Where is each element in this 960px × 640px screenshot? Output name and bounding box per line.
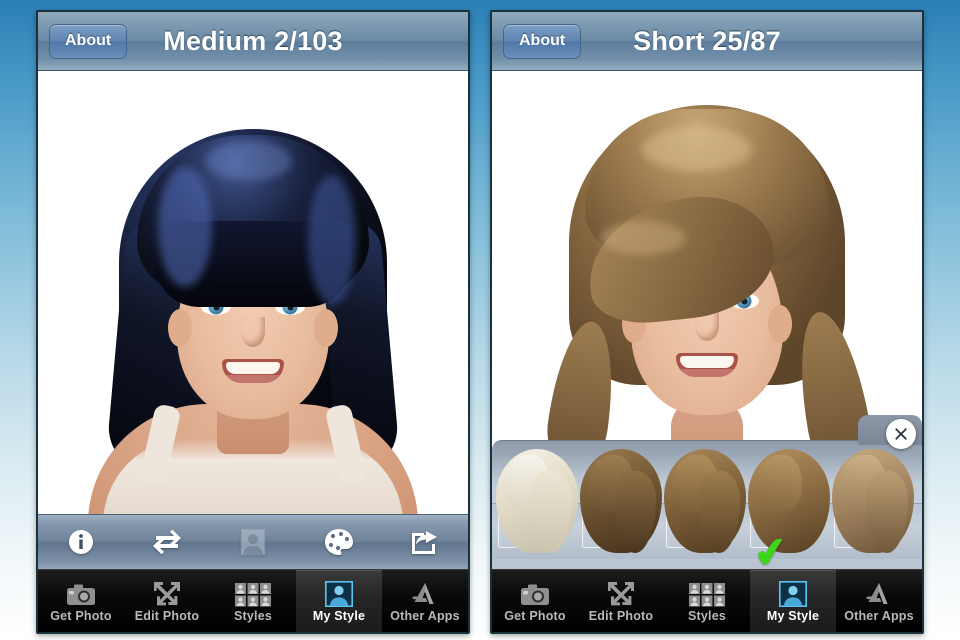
- hair-swatch-medium-brown[interactable]: [664, 449, 746, 553]
- about-button[interactable]: About: [49, 23, 128, 59]
- ear-right: [768, 305, 792, 343]
- tab-edit-photo[interactable]: Edit Photo: [578, 570, 664, 632]
- navbar-right: About Short 25/87: [492, 12, 922, 71]
- people-grid-icon: [689, 579, 725, 607]
- tab-get-photo[interactable]: Get Photo: [492, 570, 578, 632]
- tab-my-style[interactable]: My Style: [296, 570, 382, 632]
- tab-get-photo[interactable]: Get Photo: [38, 570, 124, 632]
- hair-color-panel: ✔: [492, 415, 922, 569]
- tab-label: Styles: [233, 609, 273, 623]
- hair-highlight-top: [642, 127, 752, 171]
- tab-bar-right: Get Photo Edit Photo Styles My Style Oth…: [492, 569, 922, 632]
- mouth: [676, 353, 738, 377]
- phone-panel-left: About Medium 2/103 Get Photo Edit Photo …: [36, 10, 470, 634]
- navbar-left: About Medium 2/103: [38, 12, 468, 71]
- ear-left: [168, 309, 192, 347]
- share-icon[interactable]: [405, 522, 445, 562]
- portrait-icon: [779, 579, 807, 607]
- camera-icon: [520, 579, 550, 607]
- app-store-icon: [864, 579, 894, 607]
- phone-panel-right: About Short 25/87 ✔ Get Photo Edit Photo…: [490, 10, 924, 634]
- tab-styles[interactable]: Styles: [664, 570, 750, 632]
- palette-icon[interactable]: [319, 522, 359, 562]
- tab-other-apps[interactable]: Other Apps: [382, 570, 468, 632]
- teeth: [680, 356, 734, 368]
- tab-label: Edit Photo: [134, 609, 200, 623]
- photo-stage-left[interactable]: [38, 71, 468, 514]
- tab-bar-left: Get Photo Edit Photo Styles My Style Oth…: [38, 569, 468, 632]
- hair-highlight-top: [206, 141, 292, 181]
- hair-highlight-right: [308, 175, 356, 305]
- tab-styles[interactable]: Styles: [210, 570, 296, 632]
- app-store-icon: [410, 579, 440, 607]
- tab-other-apps[interactable]: Other Apps: [836, 570, 922, 632]
- edit-toolbar-left: [38, 514, 468, 569]
- hair-swatch-dark-brown[interactable]: [580, 449, 662, 553]
- hair-swatch-platinum-blonde[interactable]: [496, 449, 578, 553]
- nose: [241, 317, 265, 347]
- tab-label: Edit Photo: [588, 609, 654, 623]
- tab-label: My Style: [312, 609, 366, 623]
- resize-arrows-icon: [607, 579, 635, 607]
- resize-arrows-icon: [153, 579, 181, 607]
- portrait-icon[interactable]: [233, 522, 273, 562]
- hair-highlight-left: [158, 167, 212, 287]
- tab-edit-photo[interactable]: Edit Photo: [124, 570, 210, 632]
- selected-check-icon: ✔: [751, 528, 791, 569]
- hair-swatch-light-golden-brown[interactable]: [832, 449, 914, 553]
- photo-stage-right[interactable]: ✔: [492, 71, 922, 569]
- hair-highlight-sweep: [600, 221, 686, 255]
- info-icon[interactable]: [61, 522, 101, 562]
- people-grid-icon: [235, 579, 271, 607]
- tab-label: Styles: [687, 609, 727, 623]
- mouth: [222, 359, 284, 383]
- about-button[interactable]: About: [503, 23, 582, 59]
- tab-label: My Style: [766, 609, 820, 623]
- swap-icon[interactable]: [147, 522, 187, 562]
- lower-lip: [224, 375, 282, 383]
- lower-lip: [678, 369, 736, 377]
- ear-right: [314, 309, 338, 347]
- tab-label: Other Apps: [844, 609, 914, 623]
- portrait-icon: [325, 579, 353, 607]
- close-icon[interactable]: [886, 419, 916, 449]
- tab-label: Other Apps: [390, 609, 460, 623]
- tab-my-style[interactable]: My Style: [750, 570, 836, 632]
- portrait-image-left: [38, 71, 468, 514]
- tab-label: Get Photo: [50, 609, 112, 623]
- tab-label: Get Photo: [504, 609, 566, 623]
- teeth: [226, 362, 280, 374]
- camera-icon: [66, 579, 96, 607]
